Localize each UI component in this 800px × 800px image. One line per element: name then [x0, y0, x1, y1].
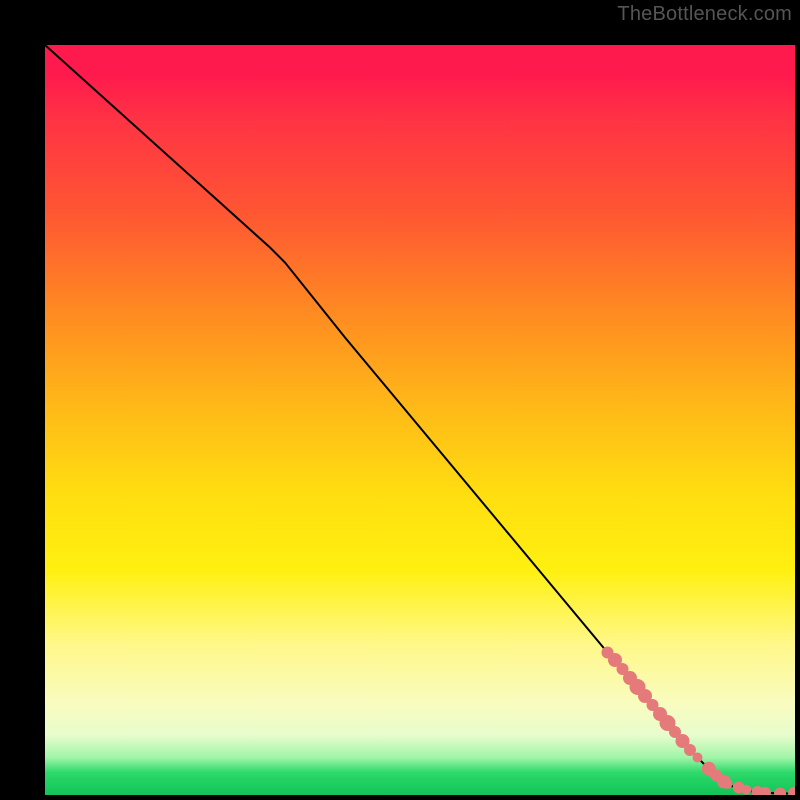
chart-overlay [45, 45, 795, 795]
data-marker [741, 785, 751, 795]
plot-area [45, 45, 795, 795]
data-marker [774, 788, 786, 796]
data-marker [693, 753, 703, 763]
marker-group [602, 647, 796, 796]
data-marker [723, 779, 733, 789]
bottleneck-curve [45, 45, 795, 794]
watermark-text: TheBottleneck.com [617, 3, 792, 26]
data-marker [788, 787, 795, 796]
chart-frame [20, 20, 780, 780]
